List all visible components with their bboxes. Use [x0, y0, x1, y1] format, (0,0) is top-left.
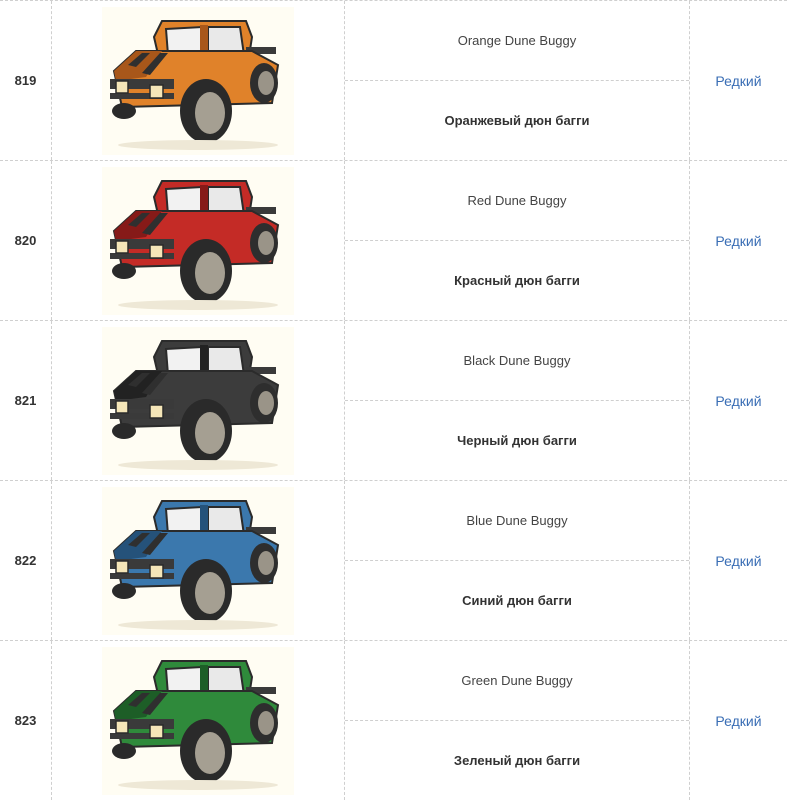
item-rarity-cell: Редкий	[690, 641, 787, 800]
table-row: 821 Black Dune Buggy Черный дюн багги Ре…	[0, 320, 787, 480]
rarity-link[interactable]: Редкий	[715, 553, 761, 569]
item-id: 820	[0, 161, 52, 320]
item-name-russian: Синий дюн багги	[462, 593, 572, 608]
item-name-russian: Оранжевый дюн багги	[444, 113, 590, 128]
item-image-cell	[52, 641, 345, 800]
red-dune-buggy-icon	[102, 167, 294, 315]
green-dune-buggy-icon	[102, 647, 294, 795]
item-name-russian: Зеленый дюн багги	[453, 753, 581, 768]
table-row: 819 Orange Dune Buggy Оранжевый дюн багг…	[0, 0, 787, 160]
item-names-cell: Green Dune Buggy Зеленый дюн багги	[345, 641, 690, 800]
item-names-cell: Black Dune Buggy Черный дюн багги	[345, 321, 690, 480]
item-names-cell: Blue Dune Buggy Синий дюн багги	[345, 481, 690, 640]
item-image-cell	[52, 321, 345, 480]
black-dune-buggy-icon	[102, 327, 294, 475]
item-rarity-cell: Редкий	[690, 481, 787, 640]
item-id: 822	[0, 481, 52, 640]
rarity-link[interactable]: Редкий	[715, 713, 761, 729]
item-name-english: Black Dune Buggy	[345, 321, 689, 401]
table-row: 822 Blue Dune Buggy Синий дюн багги Редк…	[0, 480, 787, 640]
item-name-russian: Черный дюн багги	[457, 433, 577, 448]
item-rarity-cell: Редкий	[690, 321, 787, 480]
item-id: 823	[0, 641, 52, 800]
orange-dune-buggy-icon	[102, 7, 294, 155]
item-names-cell: Orange Dune Buggy Оранжевый дюн багги	[345, 1, 690, 160]
rarity-link[interactable]: Редкий	[715, 393, 761, 409]
rarity-link[interactable]: Редкий	[715, 73, 761, 89]
rarity-link[interactable]: Редкий	[715, 233, 761, 249]
item-name-english: Orange Dune Buggy	[345, 1, 689, 81]
item-id: 819	[0, 1, 52, 160]
item-name-english: Blue Dune Buggy	[345, 481, 689, 561]
item-name-english: Green Dune Buggy	[345, 641, 689, 721]
items-table: 819 Orange Dune Buggy Оранжевый дюн багг…	[0, 0, 787, 800]
item-name-russian: Красный дюн багги	[454, 273, 580, 288]
item-name-english: Red Dune Buggy	[345, 161, 689, 241]
item-image-cell	[52, 1, 345, 160]
table-row: 823 Green Dune Buggy Зеленый дюн багги Р…	[0, 640, 787, 800]
item-rarity-cell: Редкий	[690, 161, 787, 320]
blue-dune-buggy-icon	[102, 487, 294, 635]
table-row: 820 Red Dune Buggy Красный дюн багги Ред…	[0, 160, 787, 320]
item-id: 821	[0, 321, 52, 480]
item-image-cell	[52, 161, 345, 320]
item-rarity-cell: Редкий	[690, 1, 787, 160]
item-names-cell: Red Dune Buggy Красный дюн багги	[345, 161, 690, 320]
item-image-cell	[52, 481, 345, 640]
